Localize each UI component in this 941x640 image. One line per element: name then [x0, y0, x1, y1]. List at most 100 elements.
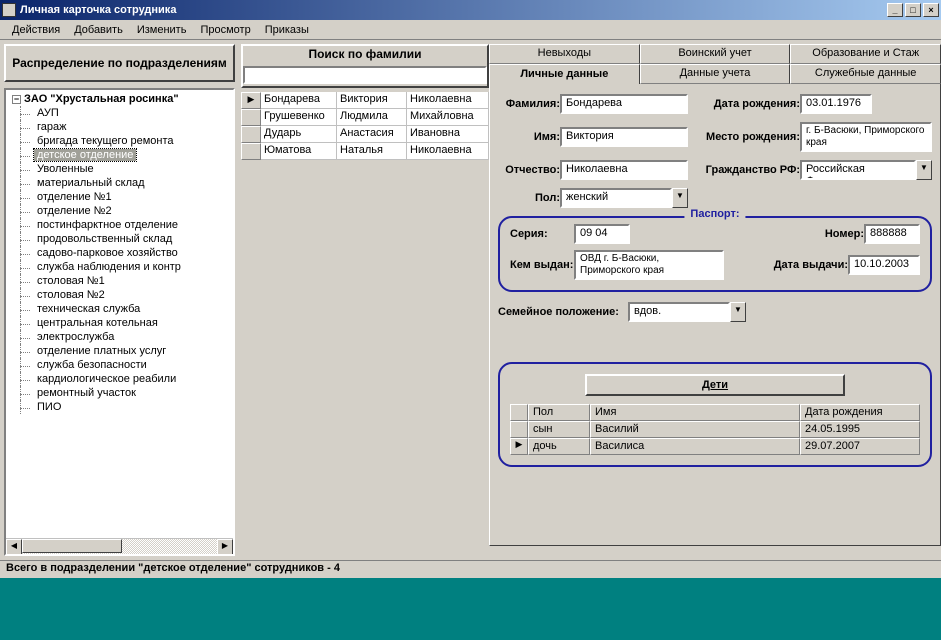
maximize-button[interactable]: □ — [905, 3, 921, 17]
scroll-left-icon[interactable]: ◀ — [6, 539, 22, 555]
tree-item[interactable]: отделение №2 — [34, 205, 115, 217]
sex-select[interactable]: женский — [560, 188, 672, 208]
tab-account[interactable]: Данные учета — [640, 64, 791, 84]
search-header: Поиск по фамилии — [243, 46, 487, 66]
results-grid[interactable]: ▶БондареваВикторияНиколаевнаГрушевенкоЛю… — [241, 92, 489, 160]
dropdown-icon[interactable]: ▼ — [916, 160, 932, 180]
minimize-button[interactable]: _ — [887, 3, 903, 17]
menu-edit[interactable]: Изменить — [131, 22, 193, 38]
children-col-dob[interactable]: Дата рождения — [800, 404, 920, 421]
menu-orders[interactable]: Приказы — [259, 22, 315, 38]
number-input[interactable]: 888888 — [864, 224, 920, 244]
tree-item[interactable]: отделение платных услуг — [34, 345, 169, 357]
result-cell: Наталья — [337, 143, 407, 160]
child-row[interactable]: сынВасилий24.05.1995 — [510, 421, 920, 438]
tree-item[interactable]: ПИО — [34, 401, 64, 413]
tabs-row-1: Невыходы Воинский учет Образование и Ста… — [489, 44, 941, 64]
issue-date-input[interactable]: 10.10.2003 — [848, 255, 920, 275]
children-rowhead — [510, 404, 528, 421]
dropdown-icon[interactable]: ▼ — [730, 302, 746, 322]
result-cell: Грушевенко — [261, 109, 337, 126]
tab-page-personal: Фамилия: Бондарева Дата рождения: 03.01.… — [489, 84, 941, 546]
series-label: Серия: — [510, 228, 574, 240]
tree-item[interactable]: столовая №2 — [34, 289, 108, 301]
children-col-sex[interactable]: Пол — [528, 404, 590, 421]
menu-actions[interactable]: Действия — [6, 22, 66, 38]
child-row[interactable]: ▶дочьВасилиса29.07.2007 — [510, 438, 920, 455]
tree-item[interactable]: служба безопасности — [34, 359, 150, 371]
passport-group: Паспорт: Серия: 09 04 Номер: 888888 Кем … — [498, 216, 932, 292]
departments-tree[interactable]: −ЗАО "Хрустальная росинка"АУП гараж бригад… — [4, 88, 235, 556]
pob-input[interactable]: г. Б-Васюки, Приморского края — [800, 122, 932, 152]
tree-item[interactable]: ремонтный участок — [34, 387, 139, 399]
menu-view[interactable]: Просмотр — [194, 22, 256, 38]
tree-item[interactable]: электрослужба — [34, 331, 117, 343]
result-row[interactable]: ЮматоваНатальяНиколаевна — [241, 143, 489, 160]
tree-item[interactable]: кардиологическое реабили — [34, 373, 179, 385]
child-cell: 29.07.2007 — [800, 438, 920, 455]
tree-item[interactable]: гараж — [34, 121, 69, 133]
menubar: Действия Добавить Изменить Просмотр Прик… — [0, 20, 941, 40]
result-cell: Ивановна — [407, 126, 489, 143]
result-cell: Дударь — [261, 126, 337, 143]
menu-add[interactable]: Добавить — [68, 22, 129, 38]
child-cell: сын — [528, 421, 590, 438]
issued-input[interactable]: ОВД г. Б-Васюки, Приморского края — [574, 250, 724, 280]
tree-item[interactable]: детское отделение — [34, 149, 136, 161]
name-input[interactable]: Виктория — [560, 127, 688, 147]
tree-item[interactable]: техническая служба — [34, 303, 143, 315]
tab-service[interactable]: Служебные данные — [790, 64, 941, 84]
surname-input[interactable]: Бондарева — [560, 94, 688, 114]
tabs-row-2: Личные данные Данные учета Служебные дан… — [489, 64, 941, 84]
result-row[interactable]: ГрушевенкоЛюдмилаМихайловна — [241, 109, 489, 126]
tree-item[interactable]: Уволенные — [34, 163, 97, 175]
children-grid[interactable]: Пол Имя Дата рождения сынВасилий24.05.19… — [510, 404, 920, 455]
children-col-name[interactable]: Имя — [590, 404, 800, 421]
marital-label: Семейное положение: — [498, 306, 628, 318]
surname-label: Фамилия: — [498, 98, 560, 110]
result-cell: Виктория — [337, 92, 407, 109]
tree-item[interactable]: служба наблюдения и контр — [34, 261, 184, 273]
patronymic-input[interactable]: Николаевна — [560, 160, 688, 180]
tree-item[interactable]: центральная котельная — [34, 317, 161, 329]
tree-item[interactable]: садово-парковое хозяйство — [34, 247, 181, 259]
result-cell: Юматова — [261, 143, 337, 160]
search-panel: Поиск по фамилии — [241, 44, 489, 88]
tab-absences[interactable]: Невыходы — [489, 44, 640, 64]
tree-item[interactable]: продовольственный склад — [34, 233, 175, 245]
result-row[interactable]: ДударьАнастасияИвановна — [241, 126, 489, 143]
citizenship-select[interactable]: Российская Федерация — [800, 160, 916, 180]
tab-military[interactable]: Воинский учет — [640, 44, 791, 64]
dropdown-icon[interactable]: ▼ — [672, 188, 688, 208]
app-icon — [2, 3, 16, 17]
window-title: Личная карточка сотрудника — [20, 4, 887, 16]
tree-item[interactable]: постинфарктное отделение — [34, 219, 181, 231]
dob-label: Дата рождения: — [694, 98, 800, 110]
marital-select[interactable]: вдов. — [628, 302, 730, 322]
name-label: Имя: — [498, 131, 560, 143]
tab-personal[interactable]: Личные данные — [489, 64, 640, 84]
bottom-panel — [0, 578, 941, 640]
result-cell: Николаевна — [407, 143, 489, 160]
children-button[interactable]: Дети — [585, 374, 845, 396]
tree-item[interactable]: АУП — [34, 107, 62, 119]
tree-scrollbar[interactable]: ◀ ▶ — [6, 538, 233, 554]
tree-item[interactable]: отделение №1 — [34, 191, 115, 203]
tree-item[interactable]: материальный склад — [34, 177, 148, 189]
dob-input[interactable]: 03.01.1976 — [800, 94, 872, 114]
result-row[interactable]: ▶БондареваВикторияНиколаевна — [241, 92, 489, 109]
patronymic-label: Отчество: — [498, 164, 560, 176]
scroll-thumb[interactable] — [22, 539, 122, 553]
citizenship-label: Гражданство РФ: — [694, 164, 800, 176]
tree-root[interactable]: −ЗАО "Хрустальная росинка" — [10, 92, 233, 106]
passport-title: Паспорт: — [684, 208, 745, 220]
search-input[interactable] — [243, 66, 487, 84]
series-input[interactable]: 09 04 — [574, 224, 630, 244]
tab-education[interactable]: Образование и Стаж — [790, 44, 941, 64]
scroll-right-icon[interactable]: ▶ — [217, 539, 233, 555]
tree-item[interactable]: столовая №1 — [34, 275, 108, 287]
result-cell: Николаевна — [407, 92, 489, 109]
result-cell: Анастасия — [337, 126, 407, 143]
close-button[interactable]: × — [923, 3, 939, 17]
tree-item[interactable]: бригада текущего ремонта — [34, 135, 177, 147]
